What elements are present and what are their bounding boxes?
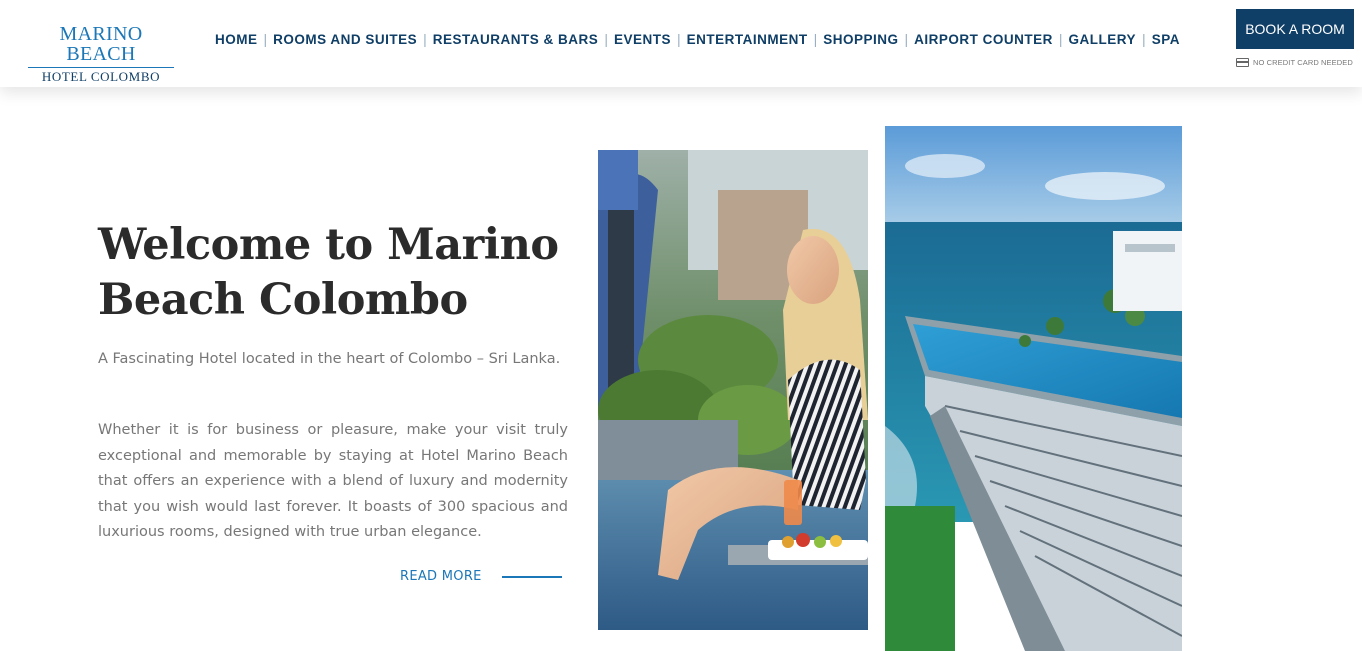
nav-airport-counter[interactable]: AIRPORT COUNTER [909,32,1058,47]
nav-restaurants-bars[interactable]: RESTAURANTS & BARS [428,32,604,47]
read-more-link[interactable]: READ MORE [400,569,562,584]
book-a-room-button[interactable]: BOOK A ROOM [1236,9,1354,49]
nav-home[interactable]: HOME [210,32,263,47]
nav-rooms-and-suites[interactable]: ROOMS AND SUITES [268,32,422,47]
no-credit-card-note: NO CREDIT CARD NEEDED [1236,58,1353,67]
read-more-underline [501,575,562,578]
hotel-aerial-photo [885,126,1182,651]
nav-shopping[interactable]: SHOPPING [818,32,903,47]
site-header: MARINO BEACH HOTEL COLOMBO HOME | ROOMS … [0,0,1362,87]
nav-spa[interactable]: SPA [1147,32,1185,47]
nav-events[interactable]: EVENTS [609,32,676,47]
logo-subtitle: HOTEL COLOMBO [41,69,161,84]
nav-entertainment[interactable]: ENTERTAINMENT [682,32,813,47]
welcome-body: Whether it is for business or pleasure, … [98,422,568,540]
hotel-logo[interactable]: MARINO BEACH HOTEL COLOMBO [28,24,174,85]
main-nav: HOME | ROOMS AND SUITES | RESTAURANTS & … [210,30,1185,48]
welcome-intro: A Fascinating Hotel located in the heart… [98,351,561,367]
pool-woman-photo [598,150,868,630]
no-credit-card-text: NO CREDIT CARD NEEDED [1253,58,1353,67]
nav-gallery[interactable]: GALLERY [1064,32,1142,47]
welcome-title: Welcome to Marino Beach Colombo [98,220,559,325]
credit-card-icon [1236,58,1249,67]
read-more-label: READ MORE [400,569,482,584]
logo-name: MARINO BEACH [28,24,174,68]
